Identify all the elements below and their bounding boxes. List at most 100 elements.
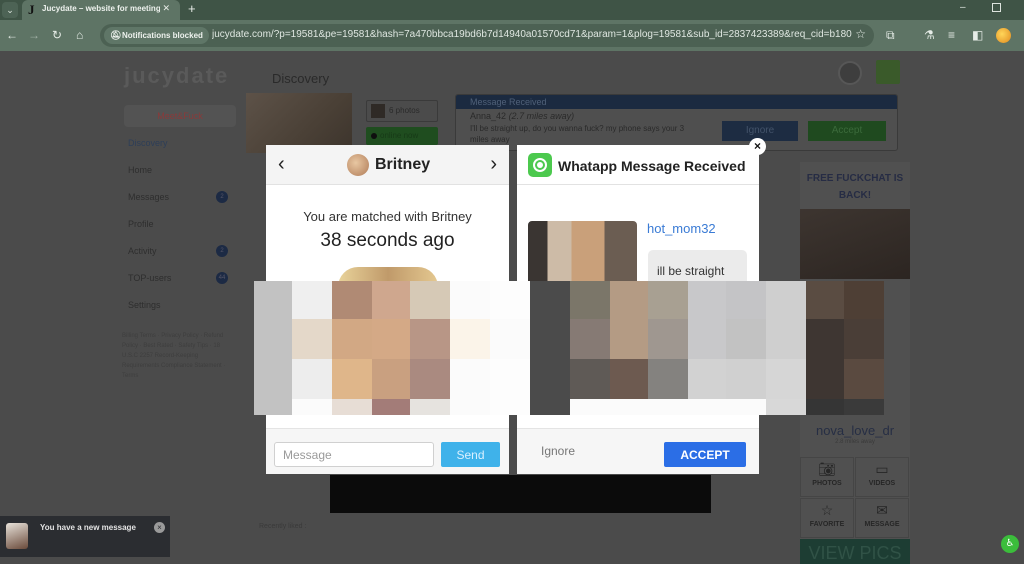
ad-videos-label: VIDEOS <box>868 480 896 487</box>
censor-block <box>844 319 884 359</box>
sender-username[interactable]: hot_mom32 <box>647 221 716 236</box>
minimize-window-button[interactable]: – <box>960 2 966 13</box>
accept-button[interactable]: ACCEPT <box>664 442 746 467</box>
censor-block <box>726 281 766 319</box>
ad-videos-button[interactable]: ▭ VIDEOS <box>855 457 909 497</box>
sidebar-item-home[interactable]: Home <box>128 165 152 175</box>
censor-block <box>490 281 530 319</box>
reading-list-icon[interactable]: ≡ <box>948 28 955 42</box>
ad-distance: 2.8 miles away <box>835 439 875 445</box>
message-sender: Anna_42 (2.7 miles away) <box>470 111 574 121</box>
censor-block <box>450 359 490 399</box>
toast-avatar <box>6 523 28 549</box>
censor-block <box>766 319 806 359</box>
video-preview[interactable] <box>330 475 711 513</box>
profile-photo[interactable] <box>246 93 352 153</box>
card-accept-button[interactable]: Accept <box>808 121 886 141</box>
forward-icon[interactable]: → <box>28 28 40 42</box>
footer-links[interactable]: Billing Terms · Privacy Policy · Refund … <box>122 331 232 381</box>
new-message-toast[interactable]: You have a new message × <box>0 516 170 557</box>
video-icon: ▭ <box>875 461 889 477</box>
censor-block <box>726 359 766 399</box>
back-icon[interactable]: ← <box>6 28 18 42</box>
bell-off-icon: 🔕︎ <box>110 30 122 40</box>
profile-avatar-icon[interactable] <box>996 28 1011 43</box>
ad-photos-button[interactable]: 📷︎ PHOTOS <box>800 457 854 497</box>
whatsapp-panel-footer: Ignore ACCEPT <box>517 428 759 474</box>
censor-block <box>530 281 570 319</box>
whatsapp-panel-title: Whatapp Message Received <box>558 158 746 174</box>
toast-close-icon[interactable]: × <box>154 522 165 533</box>
notifications-blocked-chip[interactable]: 🔕︎ Notifications blocked <box>104 27 209 44</box>
previous-chevron-icon[interactable]: ‹ <box>278 153 285 176</box>
censor-block <box>332 359 372 399</box>
match-panel-footer: Send <box>266 428 509 474</box>
photos-count-button[interactable]: 6 photos <box>366 100 438 122</box>
ad-photos-label: PHOTOS <box>812 480 842 487</box>
extensions-icon[interactable]: ⧉ <box>886 28 895 43</box>
sidebar-item-discovery[interactable]: Discovery <box>128 138 168 148</box>
labs-flask-icon[interactable]: ⚗ <box>924 28 935 42</box>
tab-search-button[interactable]: ⌄ <box>2 2 18 18</box>
bookmark-star-icon[interactable]: ☆ <box>855 27 866 41</box>
side-panel-icon[interactable]: ◧ <box>972 28 983 42</box>
home-icon[interactable]: ⌂ <box>76 28 83 42</box>
tab-title: Jucydate – website for meeting <box>42 4 160 13</box>
ad-photo[interactable] <box>800 209 910 279</box>
close-tab-icon[interactable]: ✕ <box>162 3 170 14</box>
sidebar-item-settings[interactable]: Settings <box>128 300 161 310</box>
site-logo[interactable]: jucydate <box>124 63 227 88</box>
accessibility-icon[interactable]: ♿︎ <box>1001 535 1019 553</box>
censor-block <box>610 319 648 359</box>
ad-message-button[interactable]: ✉ MESSAGE <box>855 498 909 538</box>
censor-block <box>726 399 766 415</box>
sidebar-item-top-users[interactable]: TOP-users <box>128 273 171 283</box>
send-button[interactable]: Send <box>441 442 500 467</box>
next-chevron-icon[interactable]: › <box>490 153 497 176</box>
censor-block <box>530 359 570 399</box>
envelope-icon: ✉ <box>876 502 888 518</box>
message-input[interactable] <box>274 442 434 467</box>
user-avatar-button[interactable] <box>838 61 862 85</box>
browser-tab[interactable]: J Jucydate – website for meeting ✕ <box>22 0 180 20</box>
pixelated-censor <box>254 281 916 415</box>
sender-distance: (2.7 miles away) <box>508 111 575 121</box>
maximize-window-button[interactable] <box>992 3 1001 12</box>
censor-block <box>806 359 844 399</box>
sidebar-item-messages[interactable]: Messages <box>128 192 169 202</box>
sidebar-item-profile[interactable]: Profile <box>128 219 154 229</box>
whatsapp-panel-header: Whatapp Message Received <box>517 145 759 185</box>
online-status-badge: online now <box>366 127 438 145</box>
url-text[interactable]: jucydate.com/?p=19581&pe=19581&hash=7a47… <box>212 29 852 40</box>
ad-username[interactable]: nova_love_dr <box>800 423 910 438</box>
reload-icon[interactable]: ↻ <box>52 28 62 42</box>
censor-block <box>292 399 332 415</box>
censor-block <box>844 359 884 399</box>
address-bar[interactable]: 🔕︎ Notifications blocked jucydate.com/?p… <box>100 24 874 47</box>
censor-block <box>806 281 844 319</box>
censor-block <box>372 359 410 399</box>
ad-favorite-button[interactable]: ☆ FAVORITE <box>800 498 854 538</box>
censor-block <box>648 399 688 415</box>
modal-close-icon[interactable]: × <box>749 138 766 155</box>
sender-name: Anna_42 <box>470 111 507 121</box>
censor-block <box>688 359 726 399</box>
censor-block <box>450 319 490 359</box>
upgrade-button[interactable] <box>876 60 900 84</box>
censor-block <box>844 399 884 415</box>
ignore-button[interactable]: Ignore <box>541 444 575 458</box>
censor-block <box>450 281 490 319</box>
match-avatar <box>347 154 369 176</box>
censor-block <box>530 399 570 415</box>
meet-button[interactable]: Meet&Fuck <box>124 105 236 127</box>
new-tab-button[interactable]: + <box>188 1 196 16</box>
camera-icon: 📷︎ <box>818 461 836 477</box>
censor-block <box>490 399 530 415</box>
view-pics-button[interactable]: VIEW PICS <box>800 539 910 564</box>
censor-block <box>292 281 332 319</box>
censor-block <box>372 399 410 415</box>
message-text: I'll be straight up, do you wanna fuck? … <box>470 124 685 144</box>
sidebar-item-activity[interactable]: Activity <box>128 246 157 256</box>
match-name: Britney <box>375 156 431 173</box>
censor-block <box>410 319 450 359</box>
